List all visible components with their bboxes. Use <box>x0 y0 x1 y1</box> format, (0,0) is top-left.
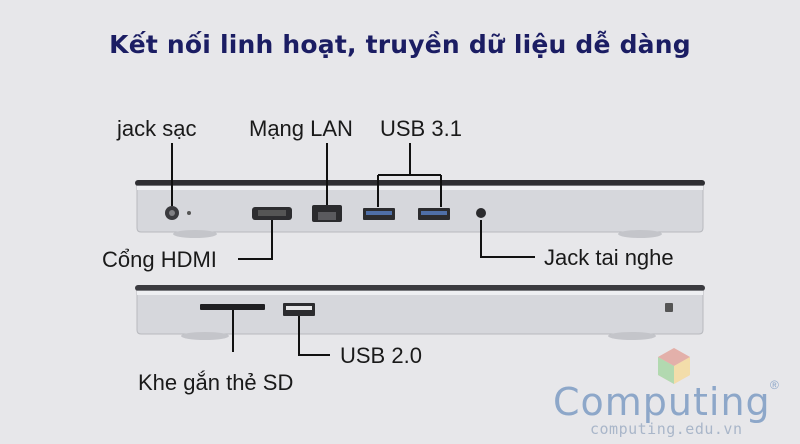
watermark-brand: Computing <box>553 380 771 424</box>
label-usb31: USB 3.1 <box>380 116 462 141</box>
sd-card-slot <box>200 304 265 310</box>
watermark-registered: ® <box>770 378 779 392</box>
laptop-right-side <box>135 285 705 340</box>
watermark-url: computing.edu.vn <box>590 420 743 438</box>
laptop-illustration <box>135 143 705 384</box>
computing-logo-icon <box>658 348 690 384</box>
label-jack-sac: jack sạc <box>117 116 197 141</box>
label-usb20: USB 2.0 <box>340 343 422 368</box>
label-jack-tai-nghe: Jack tai nghe <box>544 245 674 270</box>
label-cong-hdmi: Cổng HDMI <box>102 247 217 272</box>
lock-slot <box>665 303 673 312</box>
label-mang-lan: Mạng LAN <box>249 116 353 141</box>
label-khe-sd: Khe gắn thẻ SD <box>138 370 294 395</box>
headphone-jack-port <box>476 208 486 218</box>
